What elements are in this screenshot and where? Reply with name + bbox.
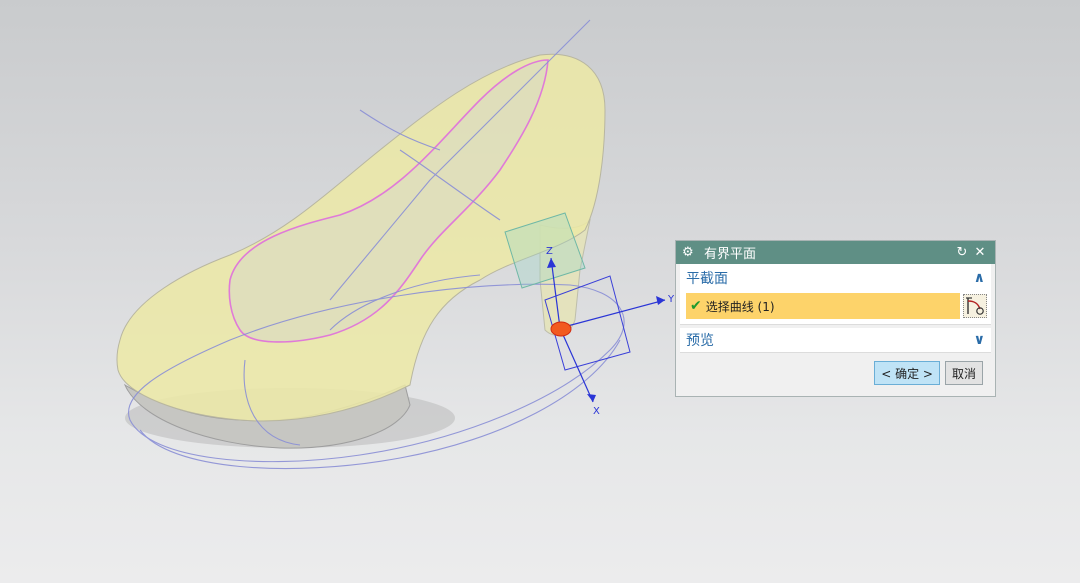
- ok-button[interactable]: < 确定 >: [874, 361, 940, 385]
- section-preview-label: 预览: [686, 333, 714, 349]
- axis-label-z: Z: [546, 246, 553, 257]
- section-plane-label: 平截面: [686, 271, 728, 287]
- section-preview: 预览 ∨: [680, 328, 991, 353]
- axis-label-x: X: [593, 406, 600, 417]
- reset-icon[interactable]: ↻: [953, 245, 971, 260]
- dialog-title: 有界平面: [704, 247, 757, 262]
- dialog-footer: < 确定 > 取消: [676, 353, 995, 385]
- bounded-plane-dialog: ⚙ 有界平面 ↻ ✕ 平截面 ∧ ✔ 选择曲线 (1) 预览 ∨ < 确定 > …: [675, 240, 996, 397]
- section-preview-header[interactable]: 预览 ∨: [680, 328, 991, 352]
- section-plane: 平截面 ∧ ✔ 选择曲线 (1): [680, 264, 991, 325]
- chevron-down-icon[interactable]: ∨: [974, 332, 985, 348]
- dialog-title-bar[interactable]: ⚙ 有界平面 ↻ ✕: [676, 241, 995, 264]
- chevron-up-icon[interactable]: ∧: [974, 270, 985, 286]
- section-plane-header[interactable]: 平截面 ∧: [680, 264, 991, 292]
- select-curve-field[interactable]: ✔ 选择曲线 (1): [686, 293, 960, 319]
- axis-label-y: Y: [667, 294, 675, 305]
- cancel-button[interactable]: 取消: [944, 361, 983, 385]
- bounded-plane-preview: [504, 212, 631, 371]
- check-icon: ✔: [690, 298, 702, 314]
- curve-select-button[interactable]: [963, 294, 987, 318]
- selected-curve-marker[interactable]: [550, 321, 572, 337]
- close-icon[interactable]: ✕: [971, 245, 989, 260]
- select-curve-label: 选择曲线 (1): [705, 299, 775, 314]
- gear-icon: ⚙: [682, 245, 694, 260]
- select-curve-row: ✔ 选择曲线 (1): [686, 292, 987, 320]
- curve-select-icon: [966, 297, 984, 315]
